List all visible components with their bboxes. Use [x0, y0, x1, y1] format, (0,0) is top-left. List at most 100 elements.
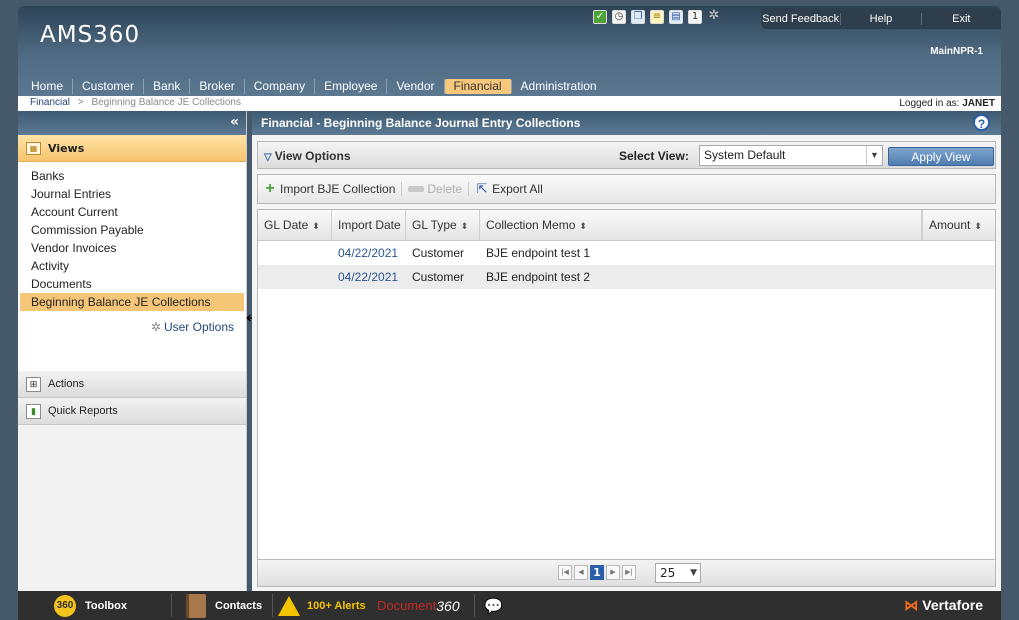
delete-icon	[408, 186, 425, 192]
view-options-toggle[interactable]: ▽ View Options	[264, 149, 351, 163]
nav-home[interactable]: Home	[22, 79, 74, 94]
view-options-label: View Options	[274, 149, 351, 163]
nav-vendor[interactable]: Vendor	[387, 79, 445, 94]
apply-view-button[interactable]: Apply View	[888, 147, 994, 166]
grid-toolbar: + Import BJE Collection Delete ⇱ Export …	[257, 174, 996, 204]
nav-bank[interactable]: Bank	[144, 79, 191, 94]
exit-link[interactable]: Exit	[922, 13, 1001, 25]
table-row[interactable]: 04/22/2021 Customer BJE endpoint test 1	[258, 241, 995, 265]
logged-in-label: Logged in as:	[899, 98, 960, 109]
sidebar-item-bbje-collections[interactable]: Beginning Balance JE Collections	[20, 293, 244, 311]
select-view-label: Select View:	[619, 149, 689, 163]
nav-broker[interactable]: Broker	[190, 79, 245, 94]
column-header-import-date[interactable]: Import Date	[332, 210, 406, 241]
quick-reports-section[interactable]: ▮ Quick Reports	[18, 398, 246, 425]
select-view-dropdown[interactable]: System Default ▼	[699, 145, 883, 166]
sidebar-item-journal-entries[interactable]: Journal Entries	[18, 185, 246, 203]
chat-button[interactable]: 💬	[484, 591, 503, 620]
help-icon[interactable]: ?	[973, 114, 990, 131]
views-header[interactable]: ▦ Views	[18, 135, 246, 162]
sidebar-item-vendor-invoices[interactable]: Vendor Invoices	[18, 239, 246, 257]
app-logo: AMS360	[40, 22, 141, 48]
views-icon: ▦	[26, 141, 41, 155]
document-icon[interactable]: ▤	[669, 10, 683, 24]
nav-company[interactable]: Company	[245, 79, 316, 94]
user-options-label: User Options	[163, 320, 234, 334]
copy-icon[interactable]: ❐	[631, 10, 645, 24]
next-page-icon[interactable]: ▶	[606, 565, 620, 580]
export-icon: ⇱	[476, 181, 488, 196]
top-links: Send Feedback Help Exit	[761, 8, 1001, 29]
logged-in-status: Logged in as: JANET	[899, 98, 995, 109]
page-size-select[interactable]: 25 ▼	[655, 563, 701, 583]
collapse-sidebar-icon[interactable]: «	[230, 114, 239, 130]
alerts-button[interactable]: 100+ Alerts	[278, 591, 366, 620]
sidebar-item-account-current[interactable]: Account Current	[18, 203, 246, 221]
sidebar-header: «	[18, 111, 246, 135]
sidebar-item-banks[interactable]: Banks	[18, 167, 246, 185]
column-label: GL Type	[412, 218, 457, 232]
toolbox-icon: 360	[54, 594, 76, 617]
actions-section[interactable]: ⊞ Actions	[18, 371, 246, 398]
alerts-label: 100+ Alerts	[307, 599, 366, 612]
clock-icon[interactable]: ◷	[612, 10, 626, 24]
calendar-icon[interactable]: 1	[688, 10, 702, 24]
chat-icon: 💬	[484, 597, 503, 615]
user-options-link[interactable]: ✲ User Options	[151, 320, 234, 334]
delete-button[interactable]: Delete	[408, 182, 470, 196]
views-list: Banks Journal Entries Account Current Co…	[18, 162, 246, 371]
sort-icon: ⬍	[974, 221, 982, 231]
send-feedback-link[interactable]: Send Feedback	[761, 12, 842, 25]
import-bje-button[interactable]: + Import BJE Collection	[263, 181, 403, 197]
bar-chart-icon: ▮	[26, 403, 41, 419]
gear-icon: ✲	[150, 320, 161, 334]
cell-gl-date	[258, 265, 264, 289]
delete-label: Delete	[427, 182, 463, 196]
last-page-icon[interactable]: ▶|	[622, 565, 636, 580]
page-title: Financial - Beginning Balance Journal En…	[261, 116, 581, 130]
contacts-button[interactable]: Contacts	[186, 591, 262, 620]
bottom-bar: 360 Toolbox Contacts 100+ Alerts Documen…	[18, 591, 1001, 620]
cell-import-date[interactable]: 04/22/2021	[332, 241, 398, 265]
page-title-bar: Financial - Beginning Balance Journal En…	[252, 111, 1001, 135]
export-label: Export All	[492, 182, 543, 196]
environment-label: MainNPR-1	[930, 46, 983, 57]
cell-import-date[interactable]: 04/22/2021	[332, 265, 398, 289]
nav-employee[interactable]: Employee	[315, 79, 388, 94]
current-page[interactable]: 1	[590, 565, 604, 580]
breadcrumb-bar: Financial > Beginning Balance JE Collect…	[18, 96, 1001, 111]
sidebar-item-activity[interactable]: Activity	[18, 257, 246, 275]
quick-reports-label: Quick Reports	[48, 405, 118, 417]
divider	[474, 594, 475, 617]
sidebar-item-commission-payable[interactable]: Commission Payable	[18, 221, 246, 239]
cell-amount	[922, 265, 928, 289]
first-page-icon[interactable]: |◀	[558, 565, 572, 580]
actions-label: Actions	[48, 378, 85, 390]
notes-icon[interactable]: ≡	[650, 10, 664, 24]
nav-financial[interactable]: Financial	[444, 79, 512, 94]
check-icon[interactable]: ✓	[593, 10, 607, 24]
import-label: Import BJE Collection	[280, 182, 396, 196]
breadcrumb-root[interactable]: Financial	[30, 97, 70, 108]
cell-gl-date	[258, 241, 264, 265]
gear-icon[interactable]: ✲	[707, 9, 721, 24]
help-link[interactable]: Help	[841, 12, 922, 25]
sidebar-item-documents[interactable]: Documents	[18, 275, 246, 293]
column-header-collection-memo[interactable]: Collection Memo ⬍	[480, 210, 922, 241]
table-row[interactable]: 04/22/2021 Customer BJE endpoint test 2	[258, 265, 995, 289]
breadcrumb: Financial > Beginning Balance JE Collect…	[30, 97, 241, 108]
prev-page-icon[interactable]: ◀	[574, 565, 588, 580]
sidebar: « ▦ Views Banks Journal Entries Account …	[18, 111, 247, 591]
column-header-gl-date[interactable]: GL Date ⬍	[258, 210, 332, 241]
document360-button[interactable]: Document 360	[377, 591, 460, 620]
cell-memo: BJE endpoint test 2	[486, 270, 591, 284]
view-options-bar: ▽ View Options Select View: System Defaul…	[257, 141, 996, 169]
nav-customer[interactable]: Customer	[73, 79, 145, 94]
column-header-gl-type[interactable]: GL Type ⬍	[406, 210, 480, 241]
export-all-button[interactable]: ⇱ Export All	[475, 181, 549, 197]
nav-administration[interactable]: Administration	[512, 79, 606, 94]
column-label: GL Date	[264, 218, 309, 232]
toolbox-button[interactable]: 360 Toolbox	[54, 591, 127, 620]
column-header-amount[interactable]: Amount ⬍	[922, 210, 995, 241]
breadcrumb-separator: >	[77, 97, 84, 108]
